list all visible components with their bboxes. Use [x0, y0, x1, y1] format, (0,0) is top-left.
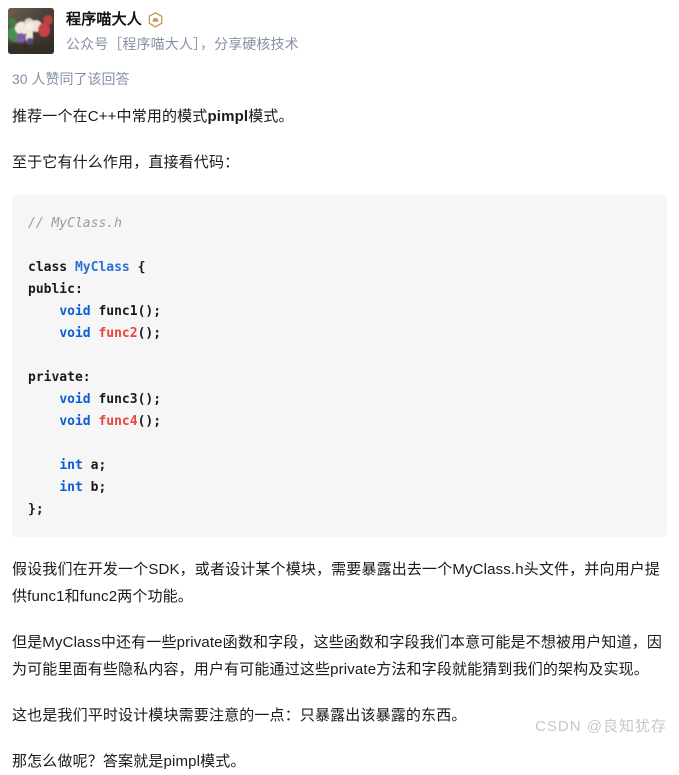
code-variable-b: b;: [90, 480, 107, 495]
code-function-func3: func3();: [98, 392, 162, 407]
code-keyword-void-1: void: [59, 304, 91, 319]
code-keyword-void-4: void: [59, 414, 91, 429]
code-keyword-void-2: void: [59, 326, 91, 341]
code-label-private: private:: [28, 370, 91, 385]
author-meta: 程序喵大人 公众号［程序喵大人］，分享硬核技术: [66, 8, 299, 55]
code-variable-a: a;: [90, 458, 107, 473]
answer-content: 推荐一个在C++中常用的模式pimpl模式。 至于它有什么作用，直接看代码： /…: [0, 103, 679, 775]
code-function-func1: func1();: [98, 304, 162, 319]
code-function-func2: func2: [98, 326, 138, 341]
code-keyword-int-1: int: [59, 458, 83, 473]
code-keyword-void-3: void: [59, 392, 91, 407]
paragraph-1-bold-term: pimpl: [207, 108, 249, 125]
answer-page: 程序喵大人 公众号［程序喵大人］，分享硬核技术 30 人赞同了该回答 推荐一个在…: [0, 0, 679, 770]
author-name-row: 程序喵大人: [66, 9, 299, 31]
code-block[interactable]: // MyClass.h class MyClass { public: voi…: [12, 195, 667, 537]
paragraph-2: 至于它有什么作用，直接看代码：: [12, 154, 240, 171]
voters-count-label[interactable]: 30 人赞同了该回答: [0, 55, 679, 89]
code-keyword-class: class: [28, 260, 68, 275]
csdn-watermark: CSDN @良知犹存: [535, 718, 667, 735]
author-name[interactable]: 程序喵大人: [66, 9, 142, 31]
avatar[interactable]: [8, 8, 54, 54]
code-content: // MyClass.h class MyClass { public: voi…: [28, 213, 649, 521]
avatar-image: [8, 8, 54, 54]
paragraph-4: 但是MyClass中还有一些private函数和字段，这些函数和字段我们本意可能…: [12, 634, 663, 678]
paragraph-1-suffix: 模式。: [248, 108, 294, 125]
code-parens-2: ();: [137, 414, 162, 429]
code-comment: // MyClass.h: [28, 216, 122, 231]
code-function-func4: func4: [98, 414, 138, 429]
paragraph-6: 那怎么做呢？答案就是pimpl模式。: [12, 753, 246, 770]
code-parens-1: ();: [137, 326, 162, 341]
author-bio: 公众号［程序喵大人］，分享硬核技术: [66, 36, 299, 52]
paragraph-1-prefix: 推荐一个在C++中常用的模式: [12, 108, 208, 125]
code-label-public: public:: [28, 282, 83, 297]
code-class-close: };: [28, 502, 44, 517]
paragraph-3: 假设我们在开发一个SDK，或者设计某个模块，需要暴露出去一个MyClass.h头…: [12, 561, 661, 605]
paragraph-1: 推荐一个在C++中常用的模式pimpl模式。: [12, 103, 667, 130]
code-classname-myclass: MyClass: [74, 260, 130, 275]
code-keyword-int-2: int: [59, 480, 83, 495]
author-header: 程序喵大人 公众号［程序喵大人］，分享硬核技术: [0, 0, 679, 55]
hexagon-badge-icon[interactable]: [148, 11, 163, 28]
code-brace-open: {: [129, 260, 146, 275]
